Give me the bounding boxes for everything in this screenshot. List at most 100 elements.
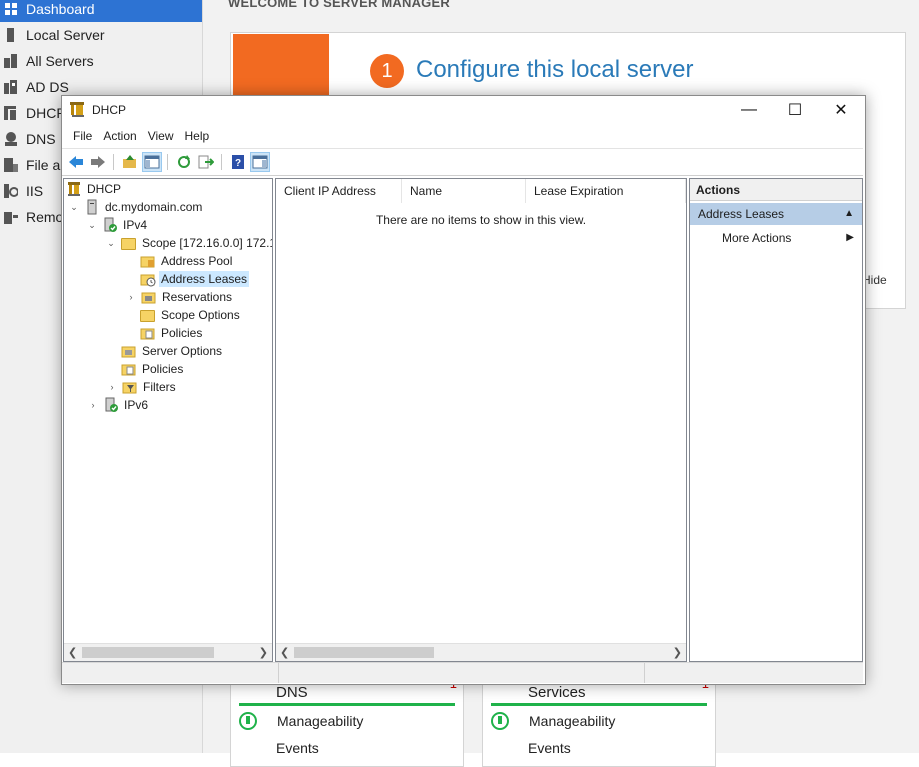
- column-header-client-ip[interactable]: Client IP Address: [276, 179, 402, 203]
- manageability-row[interactable]: Manageability: [239, 712, 363, 730]
- show-hide-console-tree-icon: [144, 155, 160, 169]
- column-header-lease-expiration[interactable]: Lease Expiration: [526, 179, 686, 203]
- sidebar-item-local-server[interactable]: Local Server: [0, 22, 202, 48]
- sidebar-item-label: Local Server: [26, 27, 105, 43]
- collapse-icon[interactable]: ⌄: [68, 202, 80, 213]
- folder-icon: [140, 307, 156, 323]
- toolbar-separator: [221, 154, 222, 170]
- toolbar-separator: [167, 154, 168, 170]
- sidebar-item-label: IIS: [26, 183, 44, 199]
- tree-node-filters[interactable]: › Filters: [106, 378, 178, 396]
- tree-node-address-pool[interactable]: Address Pool: [140, 252, 234, 270]
- scroll-left-icon[interactable]: ❮: [68, 646, 77, 659]
- configure-local-server-link[interactable]: Configure this local server: [416, 56, 693, 84]
- up-arrow-icon: [239, 712, 257, 730]
- help-button[interactable]: ?: [228, 152, 248, 172]
- tree-label: Filters: [143, 380, 176, 394]
- list-horizontal-scrollbar[interactable]: ❮ ❯: [276, 643, 686, 661]
- show-hide-action-pane-button[interactable]: [250, 152, 270, 172]
- tree-label: Policies: [161, 326, 203, 340]
- tree-label: Scope Options: [161, 308, 240, 322]
- address-leases-icon: [140, 271, 156, 287]
- row-label: Manageability: [277, 713, 364, 729]
- tree-node-scope-options[interactable]: Scope Options: [140, 306, 242, 324]
- submenu-arrow-icon: ▶: [846, 232, 854, 243]
- tree-node-scope[interactable]: ⌄ Scope [172.16.0.0] 172.16: [105, 234, 272, 252]
- tree-node-reservations[interactable]: › Reservations: [125, 288, 234, 306]
- tree-node-ipv6[interactable]: › IPv6: [87, 396, 150, 414]
- sidebar-item-label: DNS: [26, 131, 56, 147]
- more-actions-item[interactable]: More Actions ▶: [690, 227, 862, 249]
- dhcp-app-icon: [70, 102, 86, 118]
- actions-pane: Actions Address Leases ▲ More Actions ▶: [689, 178, 863, 662]
- dhcp-root-icon: [66, 181, 82, 197]
- address-pool-icon: [140, 253, 156, 269]
- tree-node-server[interactable]: ⌄ dc.mydomain.com: [68, 198, 204, 216]
- forward-button[interactable]: [88, 152, 108, 172]
- tree-node-policies[interactable]: Policies: [121, 360, 185, 378]
- actions-section-address-leases[interactable]: Address Leases ▲: [690, 203, 862, 225]
- scrollbar-thumb[interactable]: [294, 647, 434, 658]
- menu-bar: File Action View Help: [62, 126, 865, 146]
- dhcp-icon: [4, 106, 18, 120]
- tree-node-server-options[interactable]: Server Options: [121, 342, 224, 360]
- tree-node-scope-policies[interactable]: Policies: [140, 324, 204, 342]
- expand-icon[interactable]: ›: [106, 382, 118, 392]
- manageability-row[interactable]: Manageability: [491, 712, 615, 730]
- status-segment: [644, 663, 864, 683]
- iis-icon: [4, 184, 19, 198]
- row-label: Events: [528, 740, 571, 756]
- scroll-right-icon[interactable]: ❯: [259, 646, 268, 659]
- tree-node-dhcp-root[interactable]: DHCP: [66, 180, 123, 198]
- welcome-heading: WELCOME TO SERVER MANAGER: [228, 0, 450, 10]
- export-list-button[interactable]: [196, 152, 216, 172]
- sidebar-item-label: File ar: [26, 157, 65, 173]
- collapse-icon[interactable]: ⌄: [86, 220, 98, 231]
- scroll-right-icon[interactable]: ❯: [673, 646, 682, 659]
- refresh-button[interactable]: [174, 152, 194, 172]
- menu-action[interactable]: Action: [92, 126, 136, 146]
- collapse-up-icon[interactable]: ▲: [844, 203, 854, 225]
- tile-title: DNS: [276, 684, 308, 701]
- svg-text:?: ?: [235, 158, 241, 169]
- column-header-name[interactable]: Name: [402, 179, 526, 203]
- menu-help[interactable]: Help: [174, 126, 210, 146]
- sidebar-item-dashboard[interactable]: Dashboard: [0, 0, 202, 22]
- ipv6-icon: [103, 397, 119, 413]
- maximize-button[interactable]: ☐: [772, 96, 818, 124]
- minimize-button[interactable]: —: [726, 96, 772, 124]
- sidebar-item-label: All Servers: [26, 53, 94, 69]
- tree-node-ipv4[interactable]: ⌄ IPv4: [86, 216, 149, 234]
- expand-icon[interactable]: ›: [87, 400, 99, 410]
- events-row[interactable]: Events: [528, 740, 571, 756]
- menu-view[interactable]: View: [137, 126, 174, 146]
- policies-icon: [140, 325, 156, 341]
- expand-icon[interactable]: ›: [125, 292, 137, 302]
- empty-list-message: There are no items to show in this view.: [375, 213, 587, 227]
- tree-node-address-leases[interactable]: Address Leases: [140, 270, 250, 288]
- tree-label: Address Pool: [161, 254, 233, 268]
- sidebar-item-all-servers[interactable]: All Servers: [0, 48, 202, 74]
- collapse-icon[interactable]: ⌄: [105, 238, 117, 249]
- status-bar: [239, 703, 455, 706]
- file-storage-icon: [4, 158, 18, 172]
- tree-horizontal-scrollbar[interactable]: ❮ ❯: [64, 643, 272, 661]
- tree-label: IPv4: [123, 218, 148, 232]
- menu-file[interactable]: File: [62, 126, 92, 146]
- sidebar-item-label: Remo: [26, 209, 64, 225]
- scroll-left-icon[interactable]: ❮: [280, 646, 289, 659]
- back-icon: [69, 156, 83, 168]
- tile-title: Services: [528, 684, 586, 701]
- close-button[interactable]: ✕: [818, 96, 864, 124]
- close-icon: ✕: [834, 102, 848, 119]
- up-folder-button[interactable]: [120, 152, 140, 172]
- events-row[interactable]: Events: [276, 740, 319, 756]
- title-bar[interactable]: DHCP — ☐ ✕: [62, 96, 865, 124]
- scrollbar-thumb[interactable]: [82, 647, 214, 658]
- sidebar-item-label: AD DS: [26, 79, 69, 95]
- status-bar: [491, 703, 707, 706]
- show-hide-console-tree-button[interactable]: [142, 152, 162, 172]
- server-options-icon: [121, 343, 137, 359]
- back-button[interactable]: [66, 152, 86, 172]
- folder-icon: [121, 235, 137, 251]
